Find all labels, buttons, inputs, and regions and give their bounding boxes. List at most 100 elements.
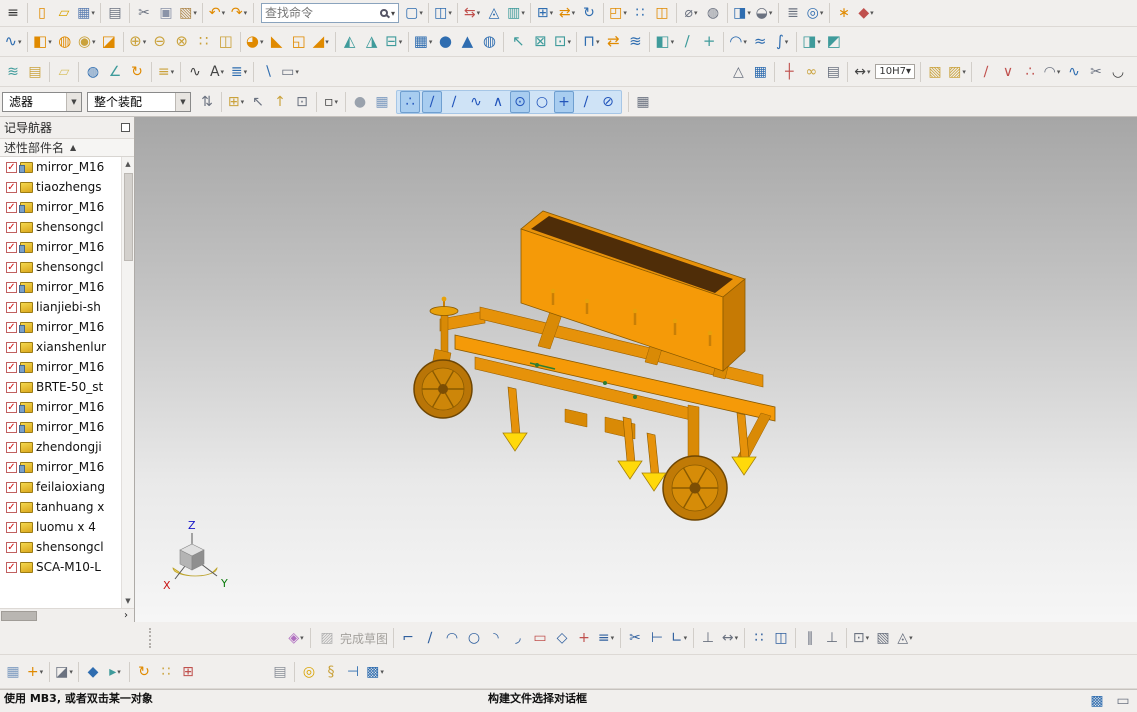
highlight-ball-icon[interactable]: ● bbox=[350, 91, 370, 113]
tree-item[interactable]: ✓ tiaozhengs bbox=[0, 177, 121, 197]
sketch-options-icon[interactable]: ◬ ▾ bbox=[895, 627, 915, 649]
snap-quadrant-icon[interactable]: ○ bbox=[532, 91, 552, 113]
dropdown-arrow-icon[interactable]: ▾ bbox=[222, 9, 226, 17]
anchor-point-icon[interactable]: ┼ bbox=[779, 61, 799, 83]
menu-icon[interactable]: ≡ bbox=[3, 2, 23, 24]
dropdown-arrow-icon[interactable]: ▾ bbox=[193, 9, 197, 17]
navigator-column-header[interactable]: 述性部件名 ▲ bbox=[0, 139, 134, 157]
component-checkbox[interactable]: ✓ bbox=[6, 221, 17, 233]
sheet-body-icon[interactable]: ▤ bbox=[270, 661, 290, 683]
split-body-icon[interactable]: ◮ bbox=[362, 31, 382, 53]
intersect-icon[interactable]: ⊗ bbox=[172, 31, 192, 53]
touch-mode-icon[interactable]: ▢ ▾ bbox=[404, 2, 424, 24]
constraint-settings-icon[interactable]: ▧ bbox=[873, 627, 893, 649]
dropdown-arrow-icon[interactable]: ▾ bbox=[380, 668, 384, 676]
quick-trim-icon[interactable]: ✂ bbox=[625, 627, 645, 649]
measure-distance-icon[interactable]: ⌀ ▾ bbox=[681, 2, 701, 24]
layer-settings-icon[interactable]: ≣ bbox=[783, 2, 803, 24]
component-checkbox[interactable]: ✓ bbox=[6, 281, 17, 293]
tree-item[interactable]: ✓ shensongcl bbox=[0, 217, 121, 237]
cylinder-icon[interactable]: ● bbox=[435, 31, 455, 53]
save-file-icon[interactable]: ▦ ▾ bbox=[76, 2, 96, 24]
offset-face-icon[interactable]: ⊟ ▾ bbox=[384, 31, 404, 53]
new-component-icon[interactable]: ◰ ▾ bbox=[608, 2, 628, 24]
shell-icon[interactable]: ◱ bbox=[289, 31, 309, 53]
dropdown-arrow-icon[interactable]: ▾ bbox=[906, 66, 911, 77]
extrude-icon[interactable]: ◧ ▾ bbox=[32, 31, 53, 53]
select-parent-icon[interactable]: ↑ bbox=[270, 91, 290, 113]
dropdown-arrow-icon[interactable]: ▾ bbox=[870, 9, 874, 17]
selection-filter-combo[interactable]: 滤器 ▼ bbox=[2, 91, 82, 112]
offset-curve-icon[interactable]: ≡ ▾ bbox=[596, 627, 616, 649]
point-set-icon[interactable]: ∴ bbox=[1020, 61, 1040, 83]
datum-plus-icon[interactable]: + ▾ bbox=[25, 661, 45, 683]
component-checkbox[interactable]: ✓ bbox=[6, 441, 17, 453]
pattern-curve-icon[interactable]: ∷ bbox=[749, 627, 769, 649]
dropdown-arrow-icon[interactable]: ▾ bbox=[596, 38, 600, 46]
trim-curve-icon[interactable]: ✂ bbox=[1086, 61, 1106, 83]
hole-icon[interactable]: ◉ ▾ bbox=[77, 31, 97, 53]
dropdown-arrow-icon[interactable]: ▾ bbox=[550, 9, 554, 17]
dropdown-arrow-icon[interactable]: ▾ bbox=[18, 38, 22, 46]
tree-item[interactable]: ✓ SCA-M10-L bbox=[0, 557, 121, 577]
dropdown-arrow-icon[interactable]: ▾ bbox=[429, 38, 433, 46]
grid-display-icon[interactable]: ▦ bbox=[633, 91, 653, 113]
web-status-icon[interactable]: ▩ bbox=[1087, 690, 1107, 712]
pmi-icon[interactable]: ◬ bbox=[484, 2, 504, 24]
dropdown-arrow-icon[interactable]: ▾ bbox=[325, 38, 329, 46]
undo-icon[interactable]: ↶ ▾ bbox=[207, 2, 227, 24]
dropdown-arrow-icon[interactable]: ▾ bbox=[769, 9, 773, 17]
graphics-viewport[interactable]: Z X Y bbox=[135, 117, 1137, 622]
chevron-down-icon[interactable]: ▼ bbox=[175, 92, 190, 111]
draft-icon[interactable]: ◢ ▾ bbox=[311, 31, 331, 53]
dropdown-arrow-icon[interactable]: ▾ bbox=[962, 68, 966, 76]
dropdown-arrow-icon[interactable]: ▾ bbox=[448, 9, 452, 17]
dropdown-arrow-icon[interactable]: ▾ bbox=[241, 98, 245, 106]
sort-ascending-icon[interactable]: ▲ bbox=[70, 143, 76, 152]
dropdown-arrow-icon[interactable]: ▾ bbox=[91, 9, 95, 17]
swept-icon[interactable]: ∫ ▾ bbox=[772, 31, 792, 53]
dropdown-arrow-icon[interactable]: ▾ bbox=[567, 38, 571, 46]
new-file-icon[interactable]: ▯ bbox=[32, 2, 52, 24]
dropdown-arrow-icon[interactable]: ▾ bbox=[817, 38, 821, 46]
dropdown-arrow-icon[interactable]: ▾ bbox=[221, 68, 225, 76]
pattern-feature-icon[interactable]: ∷ bbox=[194, 31, 214, 53]
dropdown-arrow-icon[interactable]: ▾ bbox=[735, 634, 739, 642]
dropdown-arrow-icon[interactable]: ▾ bbox=[334, 98, 338, 106]
copy-icon[interactable]: ▣ bbox=[156, 2, 176, 24]
component-checkbox[interactable]: ✓ bbox=[6, 461, 17, 473]
polygon-icon[interactable]: ◇ bbox=[552, 627, 572, 649]
component-checkbox[interactable]: ✓ bbox=[6, 401, 17, 413]
direct-sketch-icon[interactable]: ∿ ▾ bbox=[3, 31, 23, 53]
tree-item[interactable]: ✓ mirror_M16 bbox=[0, 317, 121, 337]
component-checkbox[interactable]: ✓ bbox=[6, 201, 17, 213]
scroll-down-icon[interactable]: ▼ bbox=[125, 594, 130, 608]
dropdown-arrow-icon[interactable]: ▾ bbox=[244, 68, 248, 76]
hscrollbar-thumb[interactable] bbox=[1, 610, 37, 621]
edit-feature-icon[interactable]: ∠ bbox=[105, 61, 125, 83]
tree-item[interactable]: ✓ BRTE-50_st bbox=[0, 377, 121, 397]
datum-axis-icon[interactable]: ∕ bbox=[677, 31, 697, 53]
marquee-select-icon[interactable]: ▫ ▾ bbox=[321, 91, 341, 113]
move-face-icon[interactable]: ↖ bbox=[508, 31, 528, 53]
chamfer-icon[interactable]: ◣ bbox=[267, 31, 287, 53]
sketch-scene-palette-icon[interactable]: ◈ ▾ bbox=[286, 627, 306, 649]
paste-icon[interactable]: ▧ ▾ bbox=[178, 2, 198, 24]
assembly-constraints-icon[interactable]: ⊓ ▾ bbox=[581, 31, 601, 53]
tree-item[interactable]: ✓ mirror_M16 bbox=[0, 197, 121, 217]
dropdown-arrow-icon[interactable]: ▾ bbox=[244, 9, 248, 17]
through-curves-icon[interactable]: ≈ bbox=[750, 31, 770, 53]
display-sketch-constraints-icon[interactable]: ⊡ ▾ bbox=[851, 627, 871, 649]
mirror-curve-icon[interactable]: ◫ bbox=[771, 627, 791, 649]
replace-face-icon[interactable]: ⊡ ▾ bbox=[552, 31, 572, 53]
dropdown-arrow-icon[interactable]: ▾ bbox=[143, 38, 147, 46]
geometric-constraints-icon[interactable]: ⊥ bbox=[698, 627, 718, 649]
sphere-icon[interactable]: ◍ bbox=[479, 31, 499, 53]
float-panel-icon[interactable] bbox=[121, 123, 130, 132]
dropdown-arrow-icon[interactable]: ▾ bbox=[743, 38, 747, 46]
probe-connector-icon[interactable]: ⊣ bbox=[343, 661, 363, 683]
pattern-gold-icon[interactable]: ▧ bbox=[925, 61, 945, 83]
dropdown-arrow-icon[interactable]: ▾ bbox=[867, 68, 871, 76]
quick-extend-icon[interactable]: ⊢ bbox=[647, 627, 667, 649]
gear-pair-icon[interactable]: ∞ bbox=[801, 61, 821, 83]
